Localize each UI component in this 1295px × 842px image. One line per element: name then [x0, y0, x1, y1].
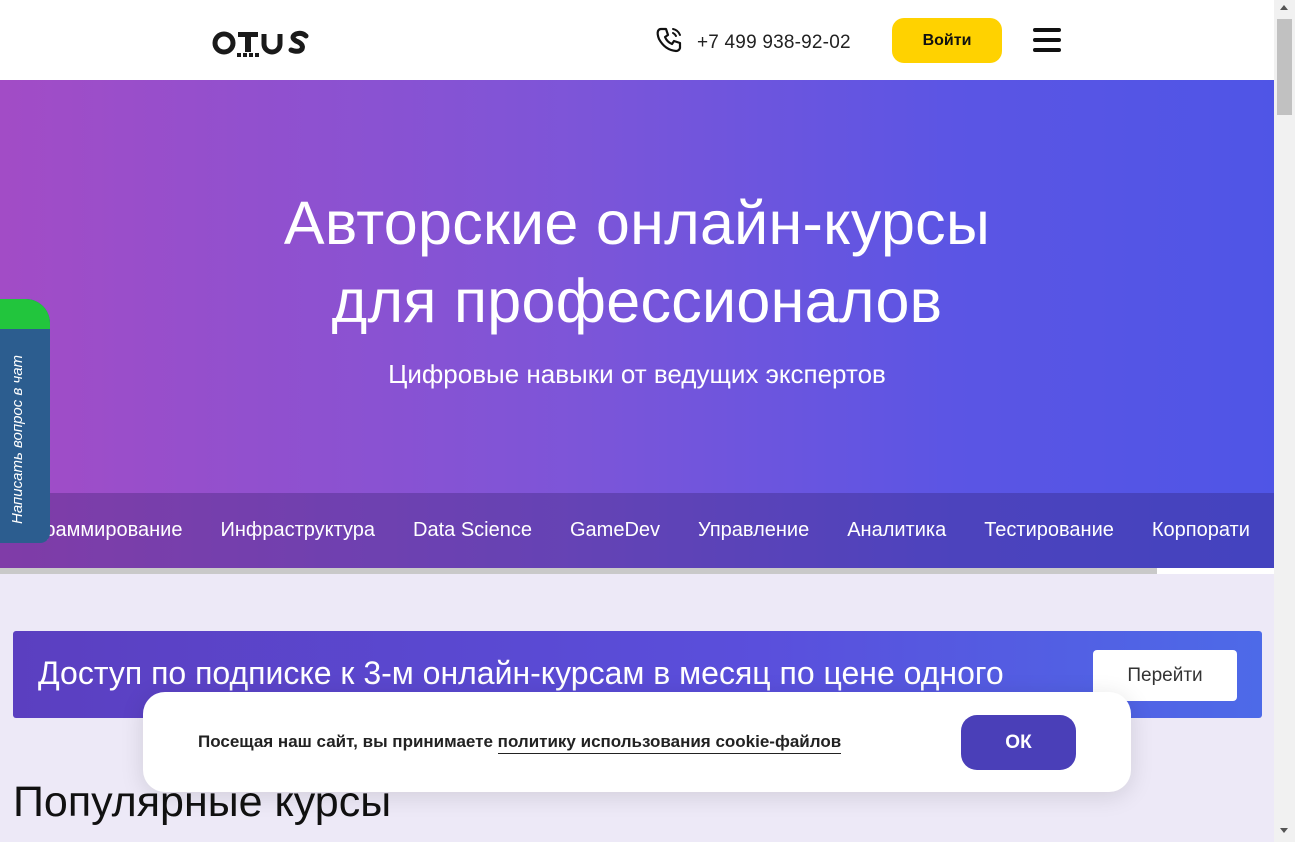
category-testing[interactable]: Тестирование [984, 519, 1114, 542]
category-gamedev[interactable]: GameDev [570, 519, 660, 542]
phone-contact[interactable]: +7 499 938-92-02 [655, 26, 851, 59]
scroll-up-arrow-icon[interactable] [1280, 5, 1288, 10]
cookie-text-prefix: Посещая наш сайт, вы принимаете [198, 732, 498, 751]
cookie-policy-link[interactable]: политику использования cookie-файлов [497, 732, 842, 754]
hero-title: Авторские онлайн-курсы для профессионало… [0, 184, 1274, 340]
category-data-science[interactable]: Data Science [413, 519, 532, 542]
cookie-ok-button[interactable]: ОК [961, 715, 1076, 770]
category-management[interactable]: Управление [698, 519, 809, 542]
hero-section: Авторские онлайн-курсы для профессионало… [0, 80, 1274, 568]
menu-line [1033, 28, 1061, 32]
category-list: ограммирование Инфраструктура Data Scien… [26, 493, 1274, 568]
otus-logo[interactable] [212, 22, 318, 60]
phone-icon [655, 26, 685, 59]
category-corporate[interactable]: Корпорати [1152, 519, 1250, 542]
menu-line [1033, 48, 1061, 52]
hero-title-line2: для профессионалов [331, 267, 943, 335]
hamburger-menu-icon[interactable] [1033, 28, 1061, 52]
login-button[interactable]: Войти [892, 18, 1002, 63]
hero-title-line1: Авторские онлайн-курсы [283, 189, 991, 257]
category-scrollbar-thumb[interactable] [0, 568, 1157, 574]
category-infrastructure[interactable]: Инфраструктура [220, 519, 375, 542]
page-scrollbar-thumb[interactable] [1277, 19, 1292, 115]
subscription-text: Доступ по подписке к 3-м онлайн-курсам в… [38, 655, 1004, 691]
phone-number[interactable]: +7 499 938-92-02 [697, 32, 851, 54]
scroll-down-arrow-icon[interactable] [1280, 828, 1288, 833]
category-scrollbar[interactable] [0, 568, 1274, 574]
chat-widget-tab[interactable]: Написать вопрос в чат [0, 299, 50, 543]
site-header: +7 499 938-92-02 Войти [0, 0, 1274, 80]
category-nav: ограммирование Инфраструктура Data Scien… [0, 493, 1274, 568]
cookie-text: Посещая наш сайт, вы принимаете политику… [198, 732, 842, 754]
page-scrollbar[interactable] [1274, 0, 1295, 842]
category-analytics[interactable]: Аналитика [847, 519, 946, 542]
cookie-notice: Посещая наш сайт, вы принимаете политику… [143, 692, 1131, 792]
hero-subtitle: Цифровые навыки от ведущих экспертов [388, 359, 886, 389]
otus-logo-mark [212, 30, 309, 57]
chat-tab-label: Написать вопрос в чат [9, 354, 26, 524]
menu-line [1033, 38, 1061, 42]
